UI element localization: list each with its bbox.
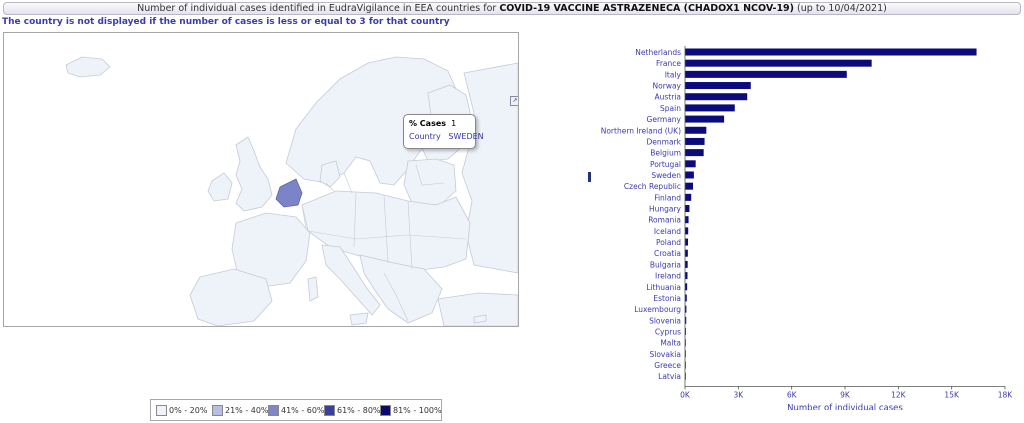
legend-label: 41% - 60% — [281, 406, 325, 415]
category-label: Romania — [648, 216, 681, 225]
map-sardinia — [307, 276, 319, 302]
bar-portugal — [685, 160, 696, 168]
category-label: Finland — [654, 193, 681, 202]
map-legend: 0% - 20% 21% - 40% 41% - 60% 61% - 80% 8… — [150, 399, 442, 421]
legend-swatch-3 — [324, 405, 335, 416]
category-label: Cyprus — [655, 328, 681, 337]
category-label: Netherlands — [635, 48, 681, 57]
title-suffix: (up to 10/04/2021) — [797, 3, 887, 14]
bar-romania — [685, 216, 689, 224]
bar-denmark — [685, 137, 705, 145]
legend-label: 21% - 40% — [225, 406, 269, 415]
category-label: Hungary — [649, 205, 682, 214]
category-label: Estonia — [653, 294, 681, 303]
category-label: Norway — [653, 82, 682, 91]
bar-netherlands — [685, 48, 977, 56]
display-notice: The country is not displayed if the numb… — [2, 17, 450, 27]
x-axis-title: Number of individual cases — [787, 403, 903, 410]
legend-item: 41% - 60% — [268, 405, 325, 416]
legend-swatch-4 — [380, 405, 391, 416]
x-tick-label: 0K — [680, 390, 691, 399]
category-label: Malta — [660, 339, 681, 348]
bar-iceland — [685, 227, 689, 235]
europe-map[interactable]: % Cases 1 Country SWEDEN ↗ — [3, 32, 519, 327]
legend-swatch-1 — [212, 405, 223, 416]
title-product: COVID-19 VACCINE ASTRAZENECA (CHADOX1 NC… — [499, 3, 795, 14]
category-label: Belgium — [650, 149, 681, 158]
country-tooltip: % Cases 1 Country SWEDEN — [403, 114, 484, 149]
x-tick-label: 9K — [840, 390, 851, 399]
category-label: Northern Ireland (UK) — [601, 126, 681, 135]
map-iceland — [65, 56, 111, 78]
category-label: Luxembourg — [634, 305, 681, 314]
map-baltics — [403, 158, 457, 206]
category-label: Bulgaria — [650, 260, 681, 269]
x-tick-label: 15K — [944, 390, 960, 399]
map-great-britain — [235, 136, 273, 212]
map-ireland — [207, 172, 233, 202]
map-iberia — [189, 268, 273, 326]
legend-item: 0% - 20% — [156, 405, 208, 416]
legend-label: 0% - 20% — [169, 406, 208, 415]
europe-map-svg — [65, 56, 518, 326]
tooltip-cases-label: % Cases — [409, 119, 447, 128]
bar-hungary — [685, 205, 690, 213]
map-export-icon[interactable]: ↗ — [510, 96, 518, 106]
legend-swatch-2 — [268, 405, 279, 416]
bar-norway — [685, 82, 751, 90]
category-label: Italy — [665, 70, 682, 79]
x-tick-label: 6K — [787, 390, 798, 399]
category-label: Denmark — [647, 137, 682, 146]
category-label: Portugal — [650, 160, 681, 169]
bar-sweden — [685, 171, 694, 179]
category-label: Slovenia — [649, 316, 681, 325]
bar-france — [685, 59, 872, 67]
tooltip-country-label: Country — [409, 132, 441, 141]
bar-northern-ireland-uk- — [685, 126, 707, 134]
cases-bar-chart: Netherlands France Italy Norway Austria Spain… — [601, 46, 1014, 410]
x-tick-label: 3K — [733, 390, 744, 399]
category-label: Ireland — [655, 272, 681, 281]
category-label: Lithuania — [646, 283, 681, 292]
map-denmark — [319, 160, 341, 188]
bar-belgium — [685, 149, 704, 157]
category-label: Latvia — [658, 372, 681, 381]
bar-croatia — [685, 249, 688, 257]
title-prefix: Number of individual cases identified in… — [137, 3, 497, 14]
report-title-bar: Number of individual cases identified in… — [3, 2, 1021, 15]
bar-austria — [685, 93, 748, 101]
category-label: Czech Republic — [624, 182, 681, 191]
bar-poland — [685, 238, 689, 246]
category-label: Croatia — [654, 249, 681, 258]
category-label: Spain — [660, 104, 681, 113]
legend-label: 81% - 100% — [393, 406, 442, 415]
map-russia — [461, 62, 518, 274]
category-label: Slovakia — [650, 350, 682, 359]
category-label: Poland — [656, 238, 681, 247]
legend-label: 61% - 80% — [337, 406, 381, 415]
map-sicily — [349, 312, 369, 326]
map-netherlands — [275, 178, 303, 208]
legend-swatch-0 — [156, 405, 167, 416]
legend-item: 61% - 80% — [324, 405, 381, 416]
bar-germany — [685, 115, 725, 123]
bar-czech-republic — [685, 182, 693, 190]
category-label: Austria — [655, 93, 682, 102]
tooltip-country-value: SWEDEN — [448, 132, 484, 141]
category-label: Greece — [654, 361, 681, 370]
tooltip-cases-value: 1 — [451, 119, 457, 128]
x-tick-label: 18K — [998, 390, 1014, 399]
category-label: Iceland — [654, 227, 681, 236]
category-label: France — [656, 59, 681, 68]
legend-item: 81% - 100% — [380, 405, 442, 416]
bar-bulgaria — [685, 260, 688, 268]
bar-finland — [685, 193, 692, 201]
legend-item: 21% - 40% — [212, 405, 269, 416]
category-label: Sweden — [651, 171, 681, 180]
category-label: Germany — [647, 115, 682, 124]
bar-italy — [685, 70, 847, 78]
bar-spain — [685, 104, 735, 112]
x-tick-label: 12K — [891, 390, 907, 399]
